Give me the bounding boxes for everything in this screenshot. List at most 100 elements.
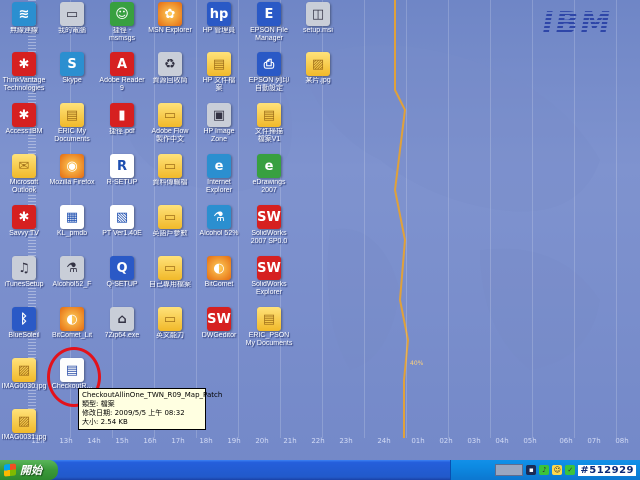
- desktop-folder-reference[interactable]: ▭ 英語戶參數: [144, 205, 196, 238]
- desktop-shortcut-skype[interactable]: S Skype: [46, 52, 98, 85]
- desktop-shortcut-epson-print[interactable]: ⎙ EPSON 列印 自動設定: [243, 52, 295, 93]
- desktop-shortcut-bitcomet[interactable]: ◐ BitComet: [193, 256, 245, 289]
- icon-label: 捷徑 - msmsgs: [108, 27, 136, 42]
- pdf-file-icon: ▮: [110, 103, 134, 127]
- skype-icon: S: [60, 52, 84, 76]
- icon-label: setup.msi: [303, 27, 333, 34]
- icon-label: KL_pmdb: [57, 230, 87, 237]
- image-0031-icon: ▨: [12, 409, 36, 433]
- icon-label: Skype: [62, 77, 82, 84]
- scan-folder-icon: ▤: [257, 103, 281, 127]
- desktop-shortcut-kl-pmdb[interactable]: ▦ KL_pmdb: [46, 205, 98, 238]
- icon-label: BlueSoleil: [8, 332, 40, 339]
- msn-explorer-icon: ✿: [158, 2, 182, 26]
- desktop-file-pdf[interactable]: ▮ 捷徑.pdf: [96, 103, 148, 136]
- desktop-shortcut-hp-image-zone[interactable]: ▣ HP Image Zone: [193, 103, 245, 144]
- tray-address-box[interactable]: [495, 464, 524, 476]
- desktop-shortcut-savvy-tv[interactable]: ✱ Savvy TV: [0, 205, 50, 238]
- icon-label: ERIC My Documents: [54, 128, 90, 143]
- q-setup-icon: Q: [110, 256, 134, 280]
- icon-label: Q-SETUP: [106, 281, 138, 288]
- desktop-folder-scan[interactable]: ▤ 文件掃描 檔案V1: [243, 103, 295, 144]
- desktop-folder-adobe-flow[interactable]: ▭ Adobe Flow 製作中文: [144, 103, 196, 144]
- desktop-shortcut-edrawings[interactable]: e eDrawings 2007: [243, 154, 295, 195]
- desktop-shortcut-epson-file[interactable]: E EPSON File Manager: [243, 2, 295, 43]
- icon-label: HP 管理員: [202, 27, 236, 34]
- reference-folder-icon: ▭: [158, 205, 182, 229]
- desktop-shortcut-outlook[interactable]: ✉ Microsoft Outlook: [0, 154, 50, 195]
- desktop-folder-personal[interactable]: ▭ 自己專用檔案: [144, 256, 196, 289]
- 7zip-icon: ⌂: [110, 307, 134, 331]
- alcohol-icon: ⚗: [207, 205, 231, 229]
- desktop-shortcut-adobe-reader[interactable]: A Adobe Reader 9: [96, 52, 148, 93]
- icon-label: BitComet_Lit: [51, 332, 93, 339]
- security-shield-icon[interactable]: ✓: [565, 465, 576, 475]
- desktop-shortcut-setup-msi[interactable]: ◫ setup.msi: [292, 2, 344, 35]
- desktop-shortcut-r-setup[interactable]: R R-SETUP: [96, 154, 148, 187]
- icon-label: HP 文件檔 案: [202, 77, 236, 92]
- desktop-shortcut-dwgeditor[interactable]: SW DWGeditor: [193, 307, 245, 340]
- desktop-shortcut-my-computer[interactable]: ▭ 我的電腦: [46, 2, 98, 35]
- icon-label: Adobe Flow 製作中文: [151, 128, 189, 143]
- icon-label: R-SETUP: [106, 179, 138, 186]
- desktop-shortcut-hp-manager[interactable]: hp HP 管理員: [193, 2, 245, 35]
- desktop-shortcut-ie[interactable]: e Internet Explorer: [193, 154, 245, 195]
- windows-logo-icon: [4, 463, 16, 477]
- itunes-setup-icon: ♫: [12, 256, 36, 280]
- icon-label: EPSON File Manager: [250, 27, 288, 42]
- desktop-shortcut-msmsgs[interactable]: ☺ 捷徑 - msmsgs: [96, 2, 148, 43]
- desktop-shortcut-wireless[interactable]: ≋ 無線連線: [0, 2, 50, 35]
- notification-icon[interactable]: ☺: [552, 465, 563, 475]
- eric-documents-2-icon: ▤: [257, 307, 281, 331]
- adobe-reader-icon: A: [110, 52, 134, 76]
- desktop-shortcut-pt-ver[interactable]: ▧ PT Ver1.40E: [96, 205, 148, 238]
- icon-label: Alcohol52_F: [52, 281, 92, 288]
- desktop-recycle-bin[interactable]: ♻ 資源回收筒: [144, 52, 196, 85]
- system-tray: ▪ ♪ ☺ ✓ #512929: [450, 460, 640, 480]
- personal-folder-icon: ▭: [158, 256, 182, 280]
- desktop-shortcut-firefox[interactable]: ◉ Mozilla Firefox: [46, 154, 98, 187]
- icon-label: 某片.jpg: [305, 77, 331, 84]
- desktop-file-imag0031[interactable]: ▨ IMAG0031.jpg: [0, 409, 50, 442]
- desktop-folder-data[interactable]: ▭ 資料傳輸檔: [144, 154, 196, 187]
- desktop-shortcut-eric-pson-docs[interactable]: ▤ ERIC_PSON My Documents: [243, 307, 295, 348]
- desktop-shortcut-solidworks[interactable]: SW SolidWorks 2007 SP0.0: [243, 205, 295, 246]
- epson-scan-icon: ⎙: [257, 52, 281, 76]
- desktop-file-7zip[interactable]: ⌂ 7Zip64.exe: [96, 307, 148, 340]
- desktop-file-imag0030[interactable]: ▨ IMAG0030.jpg: [0, 358, 50, 391]
- icon-label: PT Ver1.40E: [102, 230, 142, 237]
- desktop-shortcut-hp-folder[interactable]: ▤ HP 文件檔 案: [193, 52, 245, 93]
- desktop-shortcut-eric-docs[interactable]: ▤ ERIC My Documents: [46, 103, 98, 144]
- desktop-shortcut-msn[interactable]: ✿ MSN Explorer: [144, 2, 196, 35]
- desktop-shortcut-access-ibm[interactable]: ✱ Access IBM: [0, 103, 50, 136]
- network-icon[interactable]: ▪: [526, 465, 537, 475]
- icon-label: eDrawings 2007: [252, 179, 286, 194]
- desktop-file-bitcomet-lit[interactable]: ◐ BitComet_Lit: [46, 307, 98, 340]
- desktop-shortcut-bluesoleil[interactable]: ᛒ BlueSoleil: [0, 307, 50, 340]
- desktop-file-itunes-setup[interactable]: ♫ iTunesSetup: [0, 256, 50, 289]
- start-button[interactable]: 開始: [0, 460, 58, 480]
- wireless-connection-icon: ≋: [12, 2, 36, 26]
- alcohol-f-icon: ⚗: [60, 256, 84, 280]
- setup-msi-icon: ◫: [306, 2, 330, 26]
- desktop-shortcut-solidworks-explorer[interactable]: SW SolidWorks Explorer: [243, 256, 295, 297]
- desktop-file-alcohol-f[interactable]: ⚗ Alcohol52_F: [46, 256, 98, 289]
- icon-label: 英文能力: [156, 332, 184, 339]
- hp-folder-icon: ▤: [207, 52, 231, 76]
- desktop-shortcut-alcohol[interactable]: ⚗ Alcohol 52%: [193, 205, 245, 238]
- data-folder-icon: ▭: [158, 154, 182, 178]
- icon-label: IMAG0030.jpg: [1, 383, 47, 390]
- english-folder-icon: ▭: [158, 307, 182, 331]
- r-setup-icon: R: [110, 154, 134, 178]
- bitcomet-icon: ◐: [207, 256, 231, 280]
- desktop-file-jpg[interactable]: ▨ 某片.jpg: [292, 52, 344, 85]
- desktop-shortcut-q-setup[interactable]: Q Q-SETUP: [96, 256, 148, 289]
- desktop-folder-english[interactable]: ▭ 英文能力: [144, 307, 196, 340]
- icon-label: 7Zip64.exe: [104, 332, 140, 339]
- icon-label: Access IBM: [5, 128, 43, 135]
- volume-icon[interactable]: ♪: [539, 465, 550, 475]
- solidworks-icon: SW: [257, 205, 281, 229]
- desktop-shortcut-thinkvantage[interactable]: ✱ ThinkVantage Technologies: [0, 52, 50, 93]
- internet-explorer-icon: e: [207, 154, 231, 178]
- icon-label: Adobe Reader 9: [99, 77, 145, 92]
